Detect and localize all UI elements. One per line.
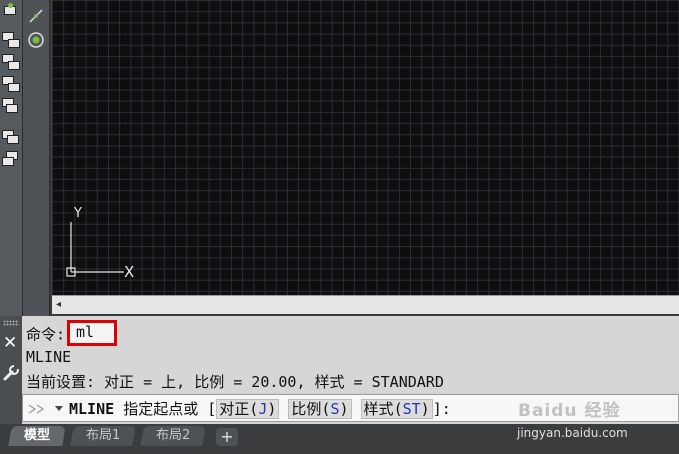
command-entry-value: ml <box>76 323 95 341</box>
watermark-url: jingyan.baidu.com <box>517 426 628 440</box>
dot-icon <box>8 3 13 8</box>
toolbar-button-5[interactable] <box>2 96 20 114</box>
toolbar-button-3[interactable] <box>2 52 20 70</box>
toolbar-button-1[interactable] <box>2 2 20 20</box>
prompt-bracket: [ <box>207 400 217 418</box>
command-line-sidebar: ✕ <box>0 316 22 424</box>
tab-layout2[interactable]: 布局2 <box>140 426 207 446</box>
tab-label: 模型 <box>24 428 51 443</box>
command-line-window: ✕ 命令: ml MLINE 当前设置: 对正 = 上, 比例 = 20.00, … <box>0 316 679 424</box>
watermark-logo: Baidu 经验 <box>518 401 621 421</box>
option-label: 样式 <box>363 400 394 418</box>
command-entry-highlight: ml <box>67 320 118 346</box>
toolbar-button-2[interactable] <box>2 30 20 48</box>
command-prompt-text: MLINE 指定起点或 [对正(J) 比例(S) 样式(ST)]: <box>69 398 451 419</box>
left-toolbar-secondary <box>23 0 50 316</box>
ucs-axis-icon: Y X <box>66 206 134 281</box>
drawing-canvas[interactable]: Y X <box>52 0 679 295</box>
option-label: 对正 <box>219 400 250 418</box>
history-line: 命令: ml <box>26 320 118 348</box>
ucs-x-label: X <box>124 263 134 281</box>
option-label: 比例 <box>291 400 322 418</box>
grip-handle[interactable] <box>3 320 19 326</box>
tab-layout1[interactable]: 布局1 <box>70 426 137 446</box>
command-label: 命令: <box>26 325 66 344</box>
tab-label: 布局2 <box>156 428 191 443</box>
line-tool-icon[interactable] <box>26 6 46 26</box>
tab-model[interactable]: 模型 <box>8 426 66 446</box>
option-key: ST <box>402 400 421 418</box>
prompt-instruction: 指定起点或 <box>123 400 199 418</box>
option-style[interactable]: 样式(ST) <box>360 399 433 419</box>
prompt-command: MLINE <box>69 400 115 418</box>
option-scale[interactable]: 比例(S) <box>288 399 352 419</box>
scroll-left-icon[interactable]: ◂ <box>56 299 61 310</box>
command-history: 命令: ml MLINE 当前设置: 对正 = 上, 比例 = 20.00, 样式… <box>22 316 679 392</box>
toolbar-button-4[interactable] <box>2 74 20 92</box>
option-justification[interactable]: 对正(J) <box>216 399 280 419</box>
wrench-icon[interactable] <box>2 364 20 382</box>
left-toolbar <box>0 0 23 316</box>
target-icon[interactable] <box>26 30 46 50</box>
history-line: 当前设置: 对正 = 上, 比例 = 20.00, 样式 = STANDARD <box>26 373 444 391</box>
prompt-bracket: ]: <box>432 400 451 418</box>
tab-label: 布局1 <box>86 428 121 443</box>
horizontal-scrollbar[interactable]: ◂ <box>52 295 679 314</box>
history-line: MLINE <box>26 348 72 366</box>
add-layout-button[interactable]: + <box>216 428 238 446</box>
option-key: J <box>258 400 268 418</box>
close-icon[interactable]: ✕ <box>3 334 17 352</box>
command-customize-icon[interactable] <box>27 401 67 415</box>
ucs-y-label: Y <box>73 206 82 221</box>
toolbar-button-7[interactable] <box>2 148 20 166</box>
toolbar-button-6[interactable] <box>2 126 20 144</box>
option-key: S <box>330 400 340 418</box>
